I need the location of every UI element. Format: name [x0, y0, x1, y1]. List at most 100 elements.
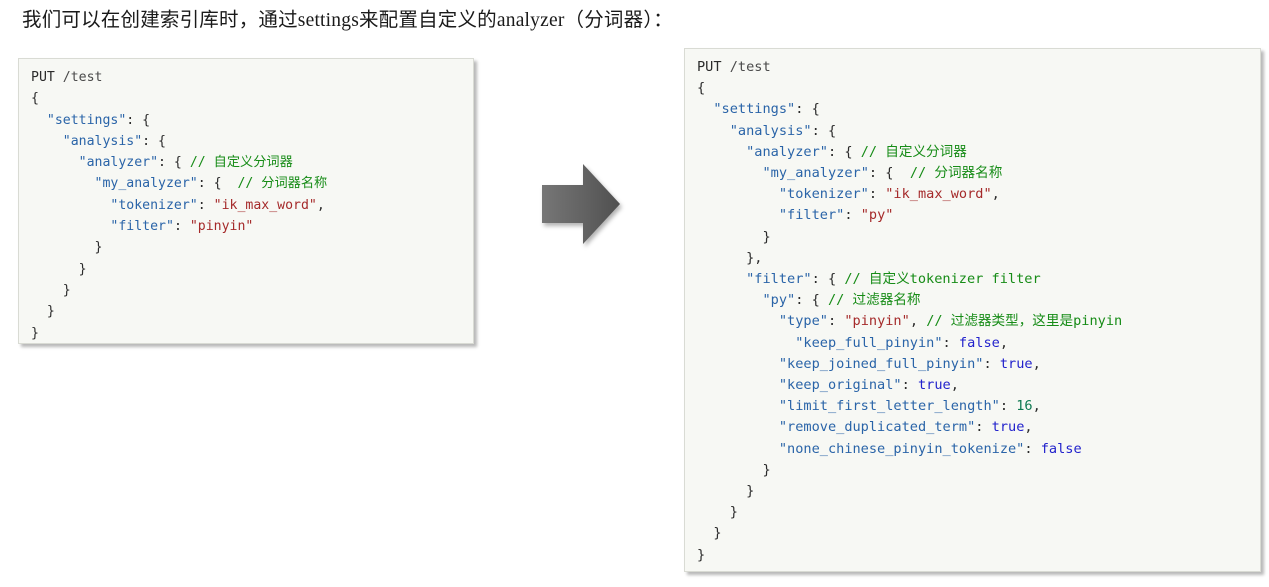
code-token: false — [958, 334, 1000, 351]
code-token: // 分词器名称 — [237, 176, 328, 192]
code-line: "filter": "py" — [697, 207, 894, 224]
code-token: "limit_first_letter_length" — [778, 398, 1000, 415]
code-token: "my_analyzer" — [94, 176, 198, 192]
code-token: : — [901, 377, 918, 394]
code-token: : { — [795, 292, 828, 309]
after-config-code-block: PUT /test { "settings": { "analysis": { … — [684, 48, 1261, 572]
code-token: : — [844, 207, 861, 224]
code-line: "keep_original": true, — [697, 377, 959, 393]
code-token: , — [1032, 398, 1041, 415]
code-token: // 自定义分词器 — [189, 155, 293, 171]
code-token: : { — [142, 133, 166, 149]
code-line: "keep_full_pinyin": false, — [697, 335, 1008, 351]
code-token: PUT — [31, 70, 63, 85]
code-line: "analyzer": { // 自定义分词器 — [31, 155, 293, 170]
code-token: } — [697, 546, 706, 563]
code-token: } — [697, 504, 738, 521]
code-line: "remove_duplicated_term": true, — [697, 419, 1033, 435]
code-line: "my_analyzer": { // 分词器名称 — [31, 176, 328, 192]
code-line: "keep_joined_full_pinyin": true, — [697, 356, 1041, 372]
code-token: // 过滤器类型，这里是pinyin — [926, 313, 1123, 330]
code-line: "filter": "pinyin" — [31, 219, 253, 234]
code-line: "my_analyzer": { // 分词器名称 — [697, 165, 1002, 181]
code-token: : { — [126, 112, 151, 128]
code-token: } — [697, 461, 771, 478]
code-token: "keep_joined_full_pinyin" — [778, 355, 984, 372]
code-token: "settings" — [713, 101, 796, 118]
code-token: } — [697, 525, 722, 542]
code-token: PUT — [697, 59, 730, 75]
code-token: : { — [158, 155, 190, 171]
code-content: PUT /test { "settings": { "analysis": { … — [31, 67, 463, 343]
code-token: : { — [795, 101, 820, 118]
code-token: "pinyin" — [844, 313, 910, 330]
code-token: , — [1024, 419, 1033, 436]
code-token: } — [31, 304, 55, 320]
code-token: }, — [697, 249, 763, 266]
code-token: // 自定义分词器 — [860, 143, 967, 160]
code-line: } — [31, 240, 103, 255]
code-line: "py": { // 过滤器名称 — [697, 292, 921, 309]
code-token: } — [697, 228, 771, 245]
code-token: "ik_max_word" — [213, 197, 317, 213]
code-token: "filter" — [110, 219, 174, 235]
code-token: : — [173, 219, 190, 235]
code-token: "tokenizer" — [110, 197, 198, 213]
code-token: /test — [729, 59, 771, 75]
code-line: "filter": { // 自定义tokenizer filter — [697, 271, 1041, 287]
code-token: "analysis" — [729, 122, 812, 139]
code-token: "remove_duplicated_term" — [778, 419, 976, 436]
code-token: , — [316, 197, 325, 213]
code-line: "type": "pinyin", // 过滤器类型，这里是pinyin — [697, 313, 1122, 329]
code-token: : { — [868, 165, 910, 182]
code-line: } — [31, 304, 55, 319]
code-line: "analysis": { — [697, 123, 836, 139]
code-line: } — [697, 483, 754, 499]
code-token: 16 — [1016, 398, 1033, 415]
code-line: PUT /test — [31, 70, 102, 85]
code-line: "limit_first_letter_length": 16, — [697, 398, 1041, 414]
code-token: : — [868, 186, 886, 203]
code-token: , — [909, 313, 927, 330]
code-token: : { — [827, 143, 861, 160]
code-token: } — [31, 282, 71, 298]
code-line: "analyzer": { // 自定义分词器 — [697, 144, 967, 160]
code-line: } — [31, 283, 71, 298]
code-token: , — [991, 186, 1000, 203]
code-token: "analysis" — [62, 133, 143, 149]
code-token: "py" — [860, 207, 894, 224]
code-token: } — [697, 483, 755, 500]
code-token: "tokenizer" — [778, 186, 869, 203]
code-token: } — [31, 261, 87, 277]
code-token: , — [999, 334, 1009, 351]
code-token: "pinyin" — [189, 219, 254, 235]
code-token: // 过滤器名称 — [827, 292, 921, 309]
code-line: } — [31, 326, 39, 341]
code-token: "py" — [762, 292, 796, 309]
code-token: : — [983, 355, 1000, 372]
code-token: "settings" — [46, 112, 127, 128]
code-line: } — [697, 504, 738, 520]
code-line: "settings": { — [31, 113, 150, 128]
code-token: "filter" — [746, 271, 812, 288]
code-token: : — [1024, 440, 1041, 457]
code-token: , — [1032, 355, 1041, 372]
code-line: }, — [697, 250, 762, 266]
code-token: "filter" — [778, 207, 845, 224]
code-token: false — [1040, 440, 1082, 457]
code-line: { — [697, 80, 705, 96]
